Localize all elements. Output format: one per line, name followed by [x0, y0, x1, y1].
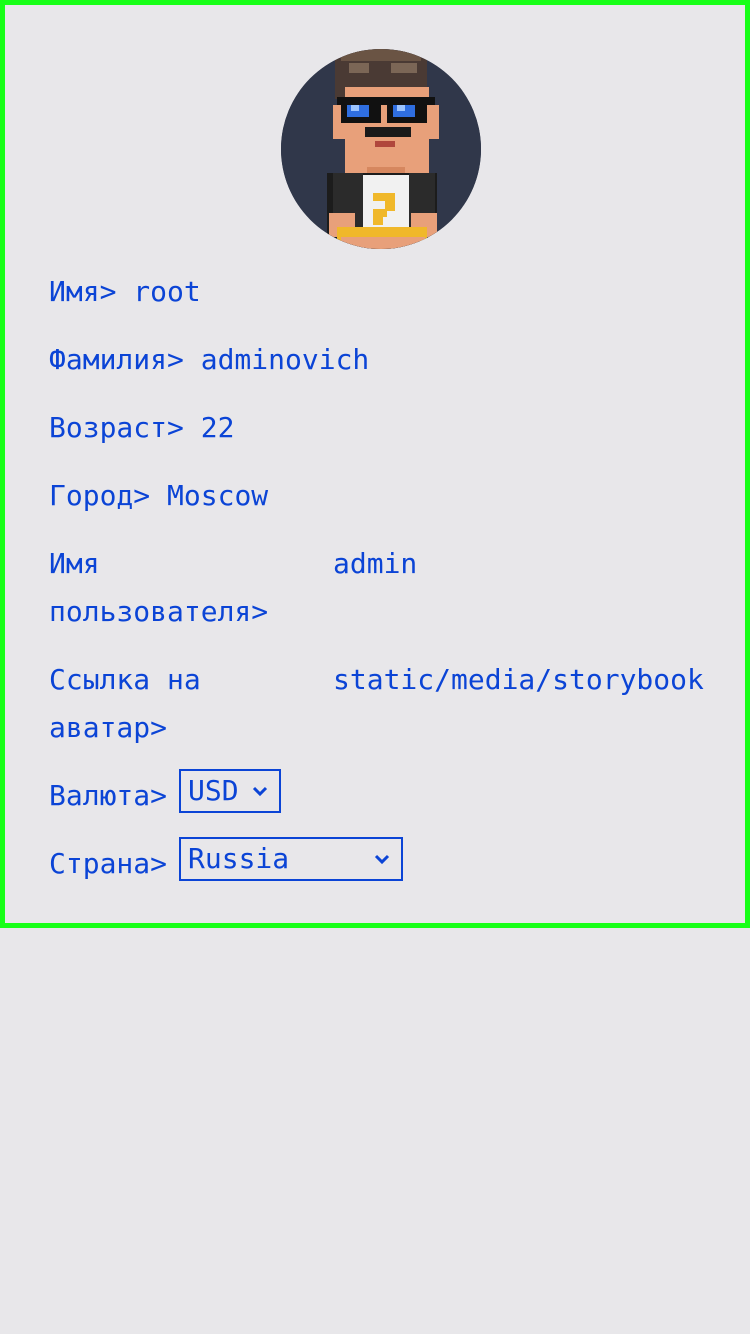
- avatar: [281, 49, 481, 249]
- last-name-value: adminovich: [200, 343, 370, 376]
- username-value: admin: [333, 547, 418, 580]
- country-label: Страна>: [49, 847, 168, 880]
- profile-card: Имя> root Фамилия> adminovich Возраст> 2…: [0, 0, 750, 928]
- country-selected-value: Russia: [188, 842, 290, 875]
- age-value: 22: [200, 411, 235, 444]
- avatar-link-label: Ссылка на аватар>: [49, 663, 201, 744]
- username-row: Имя пользователя> admin: [49, 540, 709, 636]
- first-name-value: root: [133, 275, 201, 308]
- city-value: Moscow: [167, 479, 269, 512]
- age-label: Возраст>: [49, 411, 184, 444]
- currency-label: Валюта>: [49, 779, 168, 812]
- country-row: Страна>: [49, 840, 167, 888]
- chevron-down-icon: [374, 854, 390, 865]
- city-row: Город> Moscow: [49, 472, 268, 520]
- avatar-image: [281, 49, 481, 249]
- first-name-row: Имя> root: [49, 268, 201, 316]
- age-row: Возраст> 22: [49, 404, 234, 452]
- chevron-down-icon: [252, 786, 268, 797]
- avatar-link-value: static/media/storybook: [333, 663, 704, 696]
- last-name-label: Фамилия>: [49, 343, 184, 376]
- last-name-row: Фамилия> adminovich: [49, 336, 369, 384]
- city-label: Город>: [49, 479, 151, 512]
- first-name-label: Имя>: [49, 275, 117, 308]
- currency-selected-value: USD: [188, 774, 239, 807]
- username-label: Имя пользователя>: [49, 547, 269, 628]
- country-select[interactable]: Russia: [179, 837, 403, 881]
- currency-select[interactable]: USD: [179, 769, 281, 813]
- currency-row: Валюта>: [49, 772, 167, 820]
- avatar-link-row: Ссылка на аватар> static/media/storybook: [49, 656, 709, 752]
